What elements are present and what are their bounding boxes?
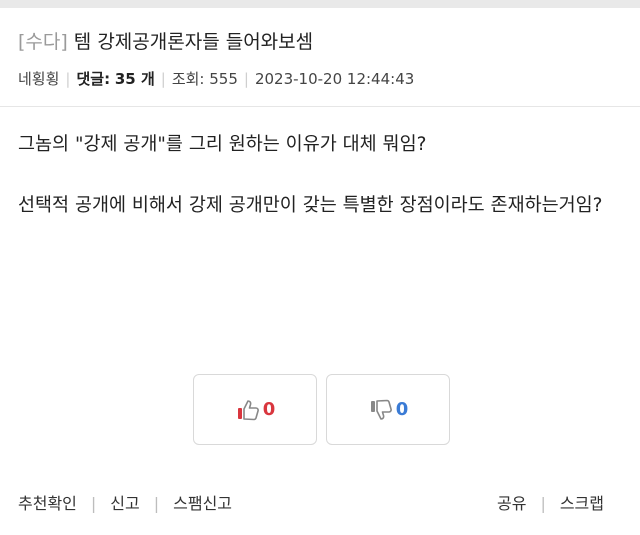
comments-label: 댓글:	[76, 70, 111, 88]
body-paragraph: 선택적 공개에 비해서 강제 공개만이 갖는 특별한 장점이라도 존재하는거임?	[18, 195, 603, 216]
post-body: 그놈의 "강제 공개"를 그리 원하는 이유가 대체 뭐임? 선택적 공개에 비…	[18, 130, 624, 221]
views-count: 555	[209, 70, 238, 88]
footer-separator: |	[90, 494, 97, 513]
share-link[interactable]: 공유	[497, 494, 526, 513]
meta-separator: |	[160, 70, 166, 88]
spam-report-link[interactable]: 스팸신고	[173, 494, 232, 513]
post-datetime: 2023-10-20 12:44:43	[254, 70, 415, 88]
downvote-count: 0	[395, 399, 409, 420]
top-bar	[0, 0, 640, 8]
footer-separator: |	[153, 494, 160, 513]
meta-separator: |	[65, 70, 71, 88]
report-link[interactable]: 신고	[110, 494, 139, 513]
post-title-row: [수다] 템 강제공개론자들 들어와보셈	[18, 28, 313, 56]
upvote-button[interactable]: 0	[193, 374, 317, 445]
post-author[interactable]: 네횡횡	[18, 70, 59, 88]
meta-separator: |	[243, 70, 249, 88]
comments-count: 35 개	[114, 70, 155, 88]
body-paragraph: 그놈의 "강제 공개"를 그리 원하는 이유가 대체 뭐임?	[18, 134, 427, 155]
thumbs-up-icon	[235, 398, 261, 422]
post-meta: 네횡횡 | 댓글: 35 개 | 조회: 555 | 2023-10-20 12:44:43	[18, 68, 414, 90]
scrap-link[interactable]: 스크랩	[560, 494, 604, 513]
downvote-button[interactable]: 0	[326, 374, 450, 445]
footer-right-actions: 공유 | 스크랩	[497, 492, 604, 516]
views-label: 조회:	[171, 70, 205, 88]
footer-separator: |	[540, 494, 546, 513]
recommend-check-link[interactable]: 추천확인	[18, 494, 77, 513]
header-divider	[0, 106, 640, 107]
footer-left-actions: 추천확인 | 신고 | 스팸신고	[18, 492, 232, 516]
thumbs-down-icon	[368, 398, 394, 422]
post-category[interactable]: [수다]	[18, 31, 68, 53]
upvote-count: 0	[262, 399, 276, 420]
post-title: 템 강제공개론자들 들어와보셈	[73, 31, 314, 53]
